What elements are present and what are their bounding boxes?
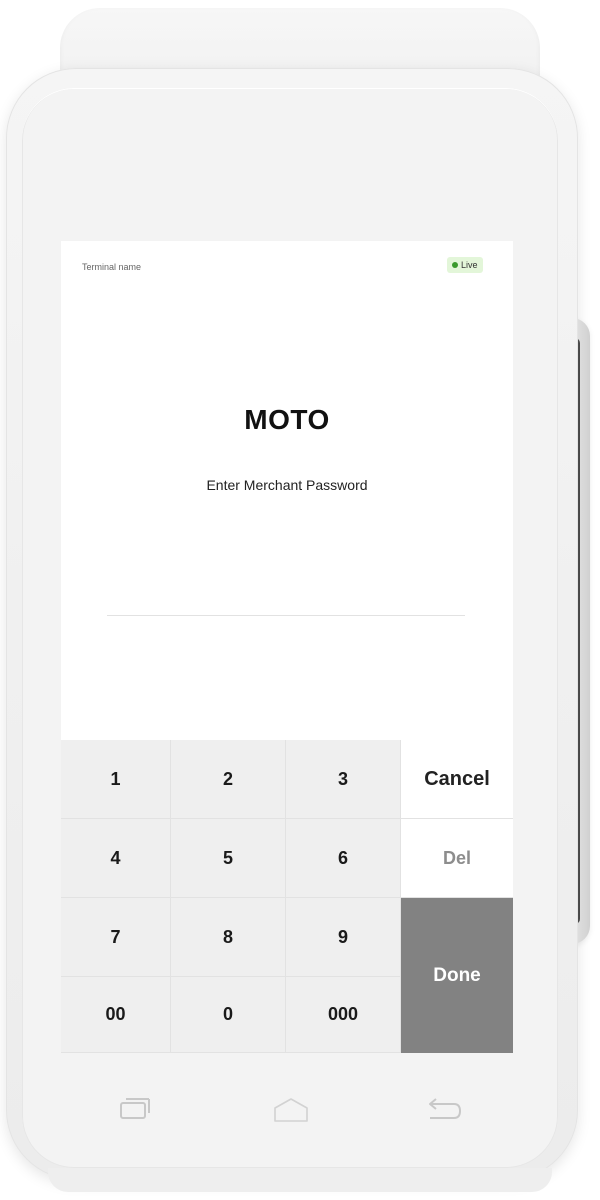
key-2[interactable]: 2	[171, 740, 286, 819]
page-title: MOTO	[244, 404, 330, 435]
status-bar: Terminal name Live	[61, 241, 513, 291]
device-bottom-lip	[48, 1168, 552, 1192]
device-stage: Terminal name Live MOTO Enter Merchant P…	[0, 0, 600, 1200]
key-3[interactable]: 3	[286, 740, 401, 819]
live-status-badge: Live	[447, 257, 483, 273]
key-000[interactable]: 000	[286, 977, 401, 1053]
cancel-button[interactable]: Cancel	[401, 740, 513, 819]
key-1[interactable]: 1	[61, 740, 171, 819]
home-icon[interactable]	[271, 1090, 311, 1130]
live-dot-icon	[452, 262, 458, 268]
key-4[interactable]: 4	[61, 819, 171, 898]
delete-button[interactable]: Del	[401, 819, 513, 898]
live-label: Live	[461, 260, 478, 270]
key-9[interactable]: 9	[286, 898, 401, 977]
key-00[interactable]: 00	[61, 977, 171, 1053]
key-7[interactable]: 7	[61, 898, 171, 977]
key-8[interactable]: 8	[171, 898, 286, 977]
key-6[interactable]: 6	[286, 819, 401, 898]
merchant-password-input[interactable]	[107, 603, 465, 616]
terminal-screen: Terminal name Live MOTO Enter Merchant P…	[61, 241, 513, 1053]
done-button[interactable]: Done	[401, 898, 513, 1053]
numeric-keypad: 1 2 3 Cancel 4 5 6 Del 7 8 9 Done 00 0 0…	[61, 740, 513, 1053]
password-prompt: Enter Merchant Password	[206, 477, 368, 493]
recent-apps-icon[interactable]	[115, 1090, 155, 1130]
key-0[interactable]: 0	[171, 977, 286, 1053]
back-icon[interactable]	[424, 1090, 464, 1130]
terminal-name: Terminal name	[82, 262, 142, 272]
key-5[interactable]: 5	[171, 819, 286, 898]
